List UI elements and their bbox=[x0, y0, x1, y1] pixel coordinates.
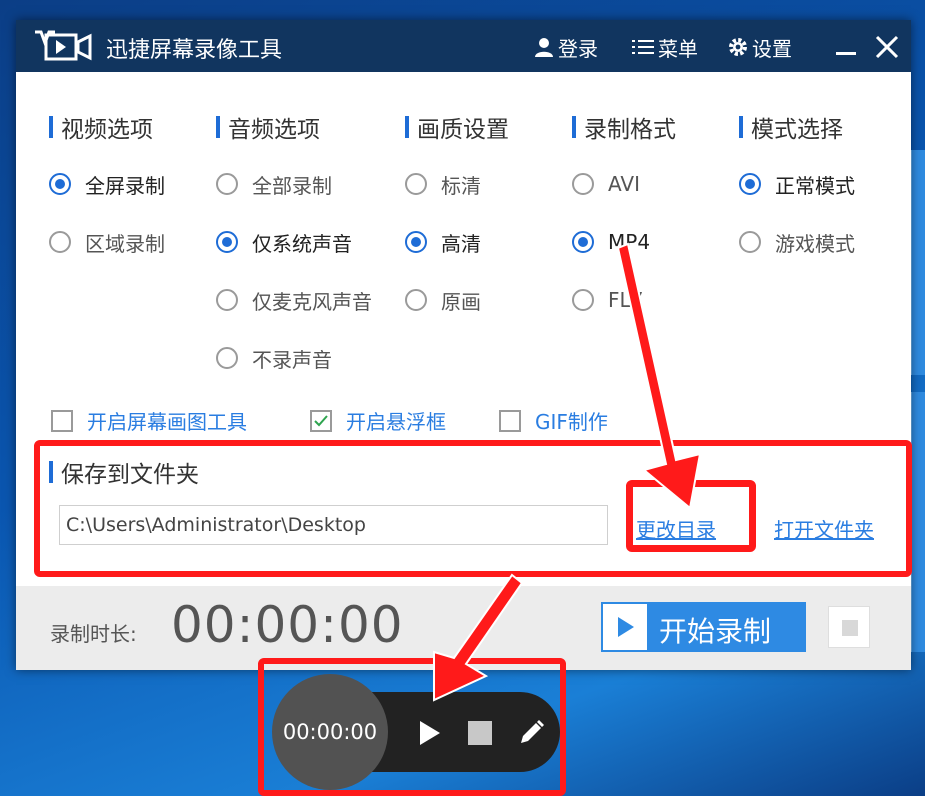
annotation-arrows bbox=[433, 242, 702, 702]
annotation-arrow-up-right bbox=[433, 573, 524, 702]
annotation-arrow-down bbox=[616, 242, 702, 510]
